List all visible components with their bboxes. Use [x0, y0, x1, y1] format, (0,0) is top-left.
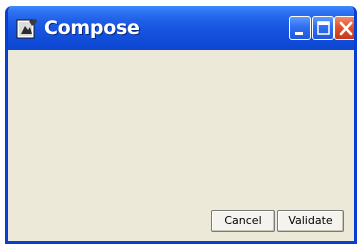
compose-app-icon — [16, 18, 38, 40]
cancel-button[interactable]: Cancel — [211, 210, 275, 232]
close-icon — [339, 21, 353, 36]
compose-window: Compose Cancel Validate — [5, 6, 357, 244]
dialog-button-row: Cancel Validate — [211, 210, 344, 232]
title-bar[interactable]: Compose — [8, 6, 354, 50]
maximize-button[interactable] — [312, 16, 334, 40]
window-title: Compose — [44, 17, 140, 39]
validate-button[interactable]: Validate — [277, 210, 344, 232]
minimize-icon — [295, 32, 303, 35]
close-button[interactable] — [334, 16, 354, 40]
minimize-button[interactable] — [289, 16, 311, 40]
maximize-icon — [317, 21, 330, 35]
